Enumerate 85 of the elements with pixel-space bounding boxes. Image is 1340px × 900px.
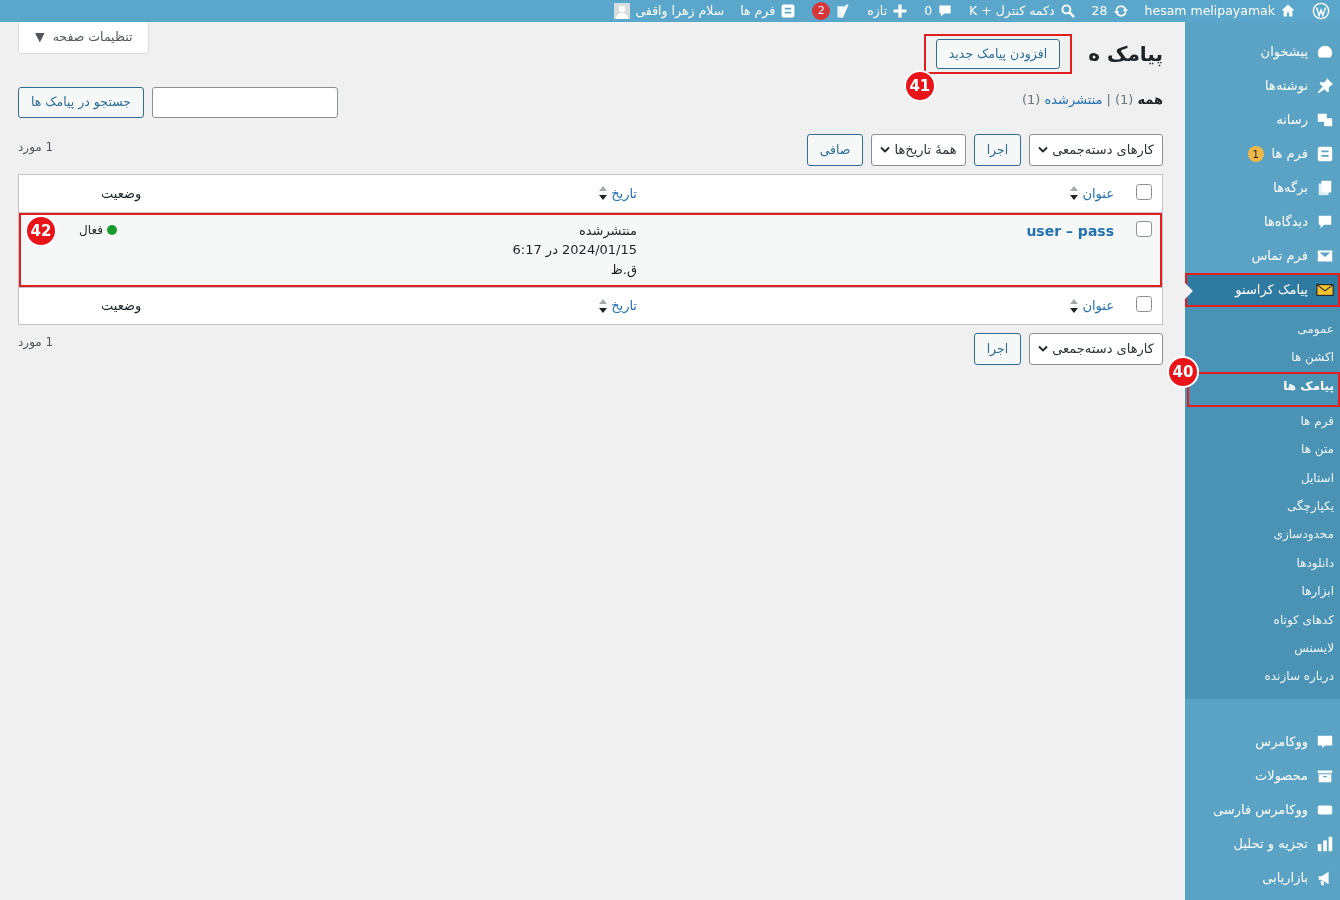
- speech-bubble-icon: [937, 3, 954, 19]
- chevron-icon: [1038, 344, 1049, 353]
- column-header: وضعیت: [100, 184, 143, 203]
- chevron-icon: [1038, 145, 1049, 154]
- submenu-item[interactable]: کدهای کوتاه: [1273, 605, 1340, 634]
- toolbar-label[interactable]: دکمه کنترل + K: [969, 1, 1055, 21]
- toolbar-label[interactable]: 0: [924, 1, 933, 21]
- separator: |: [1106, 91, 1111, 109]
- status-text: فعال: [79, 221, 103, 239]
- sidebar-item[interactable]: ووکامرس فارسی: [1185, 792, 1340, 827]
- column-header-link[interactable]: عنوان: [1082, 183, 1114, 203]
- callout-marker: 40: [1167, 355, 1199, 388]
- checkbox[interactable]: [1136, 220, 1152, 237]
- pages-icon: [1316, 179, 1334, 197]
- view-filter-current[interactable]: همه: [1137, 90, 1163, 110]
- sidebar-item[interactable]: دیدگاه‌ها: [1185, 205, 1340, 239]
- submenu-item[interactable]: محدودسازی: [1273, 520, 1340, 549]
- toolbar-label[interactable]: فرم ها: [740, 1, 776, 21]
- search-icon: [1059, 3, 1076, 19]
- home-icon: [1280, 3, 1296, 19]
- column-header: وضعیت: [100, 297, 143, 316]
- submenu-item[interactable]: فرم ها: [1300, 406, 1340, 436]
- count-badge: 1: [1247, 146, 1264, 162]
- pin-icon: [1316, 77, 1334, 95]
- callout-marker: 42: [25, 214, 57, 247]
- sidebar-item[interactable]: نوشته‌ها: [1185, 69, 1340, 103]
- submenu-item[interactable]: متن ها: [1301, 435, 1340, 464]
- submenu-item[interactable]: لایسنس: [1294, 633, 1340, 663]
- submenu-item[interactable]: درباره سازنده: [1264, 662, 1340, 691]
- filter-button[interactable]: صافی: [806, 133, 864, 166]
- callout-marker: 41: [903, 70, 936, 102]
- sidebar-item[interactable]: برگه‌ها: [1185, 171, 1340, 205]
- sidebar-item[interactable]: رسانه: [1185, 103, 1340, 137]
- count-text: (1): [1022, 91, 1041, 109]
- form-icon: [780, 3, 797, 19]
- sidebar-item[interactable]: محصولات: [1185, 758, 1340, 793]
- submenu-item[interactable]: ابزارها: [1301, 577, 1340, 606]
- search-field[interactable]: [152, 86, 339, 118]
- page-title: پیامک ه: [1088, 42, 1163, 66]
- refresh-icon: [1112, 3, 1129, 19]
- submenu-item[interactable]: عمومی: [1297, 315, 1340, 344]
- envelope-icon: [1316, 281, 1334, 299]
- sidebar-item[interactable]: بازاریابی: [1185, 860, 1340, 895]
- date-text: 2024/01/15 در 6:17: [511, 241, 637, 260]
- form-icon: [1316, 145, 1334, 163]
- sidebar-item[interactable]: پیامک کراسنو: [1185, 273, 1340, 307]
- column-header-link[interactable]: عنوان: [1082, 296, 1114, 316]
- submenu-item[interactable]: دانلودها: [1296, 548, 1340, 578]
- greeting-text[interactable]: سلام زهرا واقفی: [635, 1, 725, 21]
- submenu-item[interactable]: یکپارچگی: [1286, 491, 1340, 521]
- sidebar-item[interactable]: ووکامرس: [1185, 724, 1340, 759]
- item-count: 1 مورد: [18, 333, 54, 351]
- toolbar-label[interactable]: hesam melipayamak: [1144, 1, 1275, 21]
- apply-button[interactable]: اجرا: [973, 133, 1022, 166]
- checkbox[interactable]: [1136, 296, 1152, 313]
- add-new-button[interactable]: افزودن پیامک جدید: [935, 39, 1061, 69]
- apply-button[interactable]: اجرا: [973, 332, 1022, 365]
- submenu-item[interactable]: استایل: [1300, 463, 1340, 492]
- view-filter-link[interactable]: منتشرشده: [1044, 90, 1103, 110]
- toolbar-label[interactable]: تازه: [867, 1, 888, 21]
- item-title-link[interactable]: user – pass: [1026, 222, 1114, 239]
- media-icon: [1316, 111, 1334, 129]
- screen-options-button[interactable]: تنظیمات صفحه ▼: [18, 22, 150, 54]
- plus-icon: [892, 3, 909, 19]
- column-header-link[interactable]: تاریخ: [611, 296, 637, 316]
- sidebar-item[interactable]: فرم تماس: [1185, 239, 1340, 273]
- checkbox[interactable]: [1136, 183, 1152, 200]
- count-text: (1): [1114, 91, 1134, 109]
- date-text: ق.ظ: [609, 260, 637, 280]
- dropdown[interactable]: کارهای دسته‌جمعی: [1029, 332, 1163, 365]
- column-header-link[interactable]: تاریخ: [611, 183, 637, 203]
- item-count: 1 مورد: [18, 138, 54, 156]
- submenu-item[interactable]: اکشن ها: [1291, 343, 1340, 372]
- logo-icon: [1312, 2, 1330, 20]
- chevron-icon: [880, 145, 891, 154]
- date-text: منتشرشده: [577, 221, 637, 241]
- sidebar-item[interactable]: پیشخوان: [1185, 35, 1340, 69]
- sidebar-item[interactable]: تجزیه و تحلیل: [1185, 826, 1340, 861]
- toolbar-label[interactable]: 28: [1091, 1, 1108, 21]
- dropdown[interactable]: همهٔ تاریخ‌ها: [871, 133, 966, 166]
- dropdown[interactable]: کارهای دسته‌جمعی: [1029, 133, 1163, 166]
- avatar-icon: [614, 3, 631, 19]
- count-badge: 2: [812, 2, 831, 20]
- search-button[interactable]: جستجو در پیامک ها: [18, 86, 145, 118]
- bar-chart-icon: [1316, 834, 1334, 853]
